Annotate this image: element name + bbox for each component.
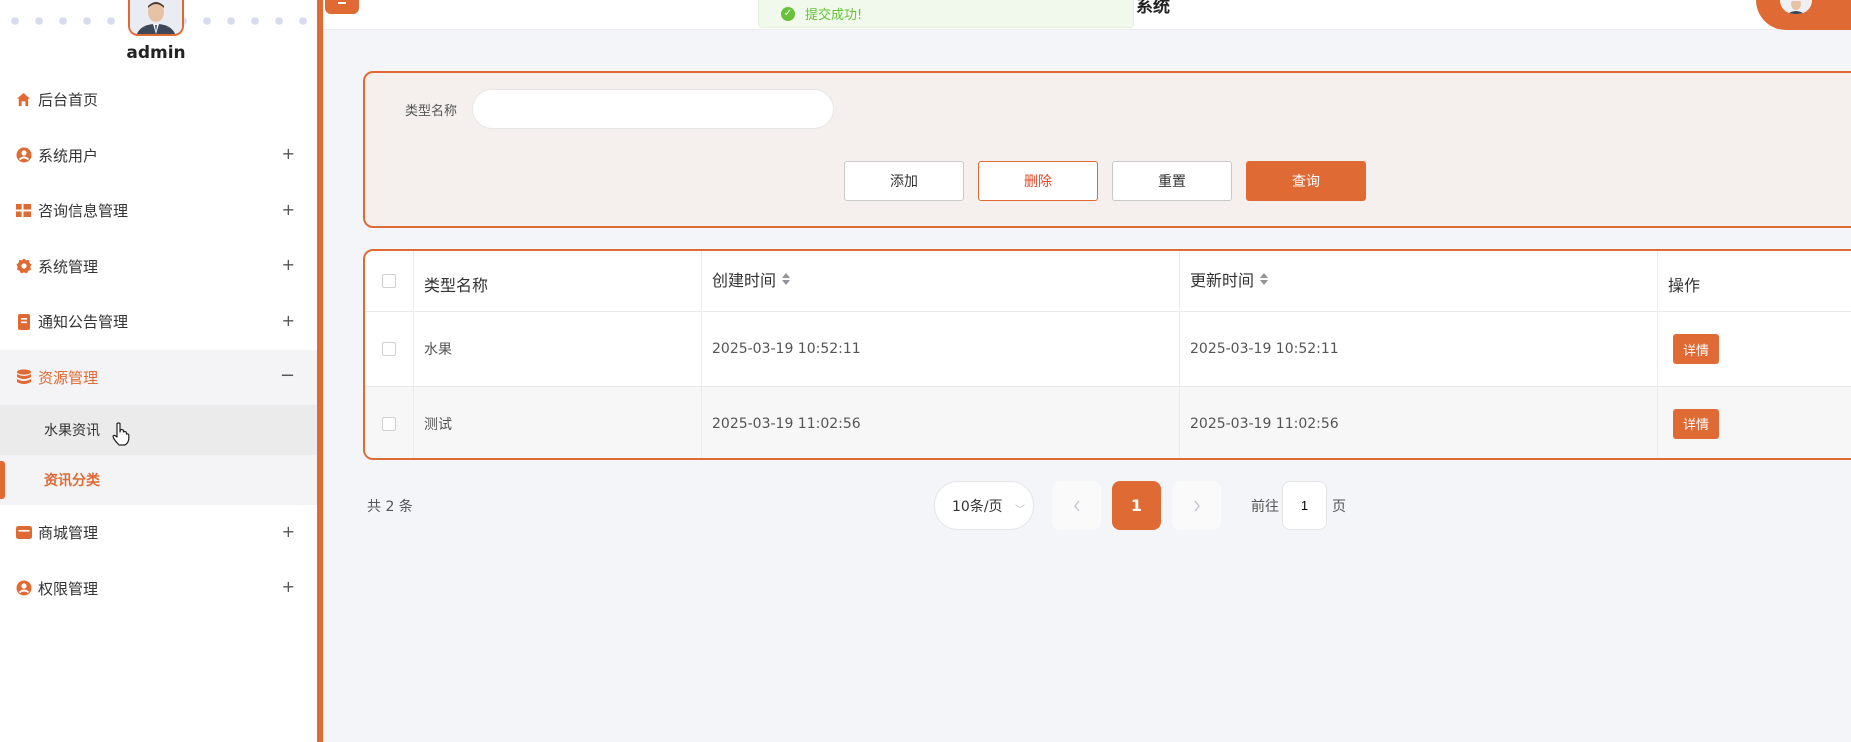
sidebar-subitem-label: 资讯分类 — [44, 473, 100, 489]
reset-button[interactable]: 重置 — [1112, 161, 1232, 201]
sidebar-item-label: 商城管理 — [38, 524, 99, 543]
table-row: 水果 2025-03-19 10:52:11 2025-03-19 10:52:… — [365, 311, 1851, 386]
shop-icon — [15, 524, 32, 541]
sort-icon[interactable] — [782, 272, 791, 285]
expand-icon[interactable]: + — [282, 144, 295, 163]
expand-icon[interactable]: + — [282, 311, 295, 330]
sidebar-subitem-label: 水果资讯 — [44, 423, 100, 439]
sidebar-item-resources[interactable]: 资源管理 − — [0, 349, 317, 405]
header-actions: 操作 — [1668, 275, 1701, 295]
detail-button[interactable]: 详情 — [1673, 334, 1719, 364]
cell-created-time: 2025-03-19 11:02:56 — [702, 387, 1180, 458]
sidebar-subitem-fruit-news[interactable]: 水果资讯 — [0, 405, 317, 455]
sidebar-item-home[interactable]: 后台首页 — [0, 72, 317, 128]
user-menu[interactable] — [1756, 0, 1851, 30]
sidebar-item-permissions[interactable]: 权限管理 + — [0, 561, 317, 617]
row-checkbox-cell — [365, 312, 414, 386]
sidebar-item-shop[interactable]: 商城管理 + — [0, 505, 317, 561]
detail-button[interactable]: 详情 — [1673, 408, 1719, 439]
gear-icon — [15, 258, 32, 275]
cell-created-time: 2025-03-19 10:52:11 — [702, 312, 1180, 386]
collapse-icon[interactable]: − — [280, 365, 295, 386]
user-circle-icon — [15, 147, 32, 164]
check-icon: ✓ — [781, 6, 795, 21]
total-count: 共 2 条 — [367, 499, 413, 515]
chevron-right-icon — [1193, 500, 1200, 511]
sidebar-item-notice[interactable]: 通知公告管理 + — [0, 294, 317, 350]
goto-label: 前往 — [1251, 499, 1279, 515]
header-type-name: 类型名称 — [414, 251, 702, 310]
cell-type-name: 水果 — [414, 312, 702, 386]
toast-message: 提交成功! — [805, 8, 863, 23]
grid-icon — [15, 202, 32, 219]
sort-icon[interactable] — [1260, 272, 1269, 285]
header-created-time[interactable]: 创建时间 — [702, 251, 1180, 310]
cell-actions: 详情 — [1658, 387, 1851, 458]
sidebar-item-system-admin[interactable]: 系统管理 + — [0, 239, 317, 295]
sidebar-border — [317, 0, 323, 742]
expand-icon[interactable]: + — [282, 522, 295, 541]
sidebar: admin 后台首页 系统用户 + 咨询信息管理 + 系统管理 + 通知公告管理… — [0, 0, 317, 742]
sidebar-item-consult-info[interactable]: 咨询信息管理 + — [0, 183, 317, 239]
cell-updated-time: 2025-03-19 10:52:11 — [1180, 312, 1658, 386]
header-label: 创建时间 — [712, 270, 777, 290]
data-table: 类型名称 创建时间 更新时间 操作 水果 2025-03-19 10:52:11… — [363, 249, 1851, 460]
user-circle-icon — [15, 580, 32, 597]
chevron-left-icon — [1073, 500, 1080, 511]
sidebar-item-system-users[interactable]: 系统用户 + — [0, 128, 317, 184]
sidebar-item-label: 咨询信息管理 — [38, 202, 129, 221]
sidebar-item-label: 通知公告管理 — [38, 313, 129, 332]
header-checkbox-cell — [365, 251, 414, 310]
sidebar-subitem-news-category[interactable]: 资讯分类 — [0, 455, 317, 505]
sidebar-item-label: 权限管理 — [38, 579, 99, 598]
sidebar-item-label: 系统管理 — [38, 257, 99, 276]
row-checkbox[interactable] — [382, 342, 396, 356]
username: admin — [126, 43, 186, 63]
delete-button[interactable]: 删除 — [978, 161, 1098, 201]
page-number-button[interactable]: 1 — [1112, 481, 1161, 530]
row-checkbox-cell — [365, 387, 414, 458]
table-row: 测试 2025-03-19 11:02:56 2025-03-19 11:02:… — [365, 386, 1851, 458]
type-name-label: 类型名称 — [405, 104, 458, 119]
goto-page-input[interactable] — [1282, 481, 1327, 530]
expand-icon[interactable]: + — [282, 255, 295, 274]
page-size-select[interactable]: 10条/页 ﹀ — [934, 481, 1034, 530]
chevron-down-icon: ﹀ — [1015, 505, 1025, 516]
sidebar-item-label: 系统用户 — [38, 146, 99, 165]
sidebar-item-label: 后台首页 — [38, 91, 99, 110]
add-button[interactable]: 添加 — [844, 161, 964, 201]
cell-actions: 详情 — [1658, 312, 1851, 386]
user-avatar — [1780, 0, 1812, 14]
header-updated-time[interactable]: 更新时间 — [1180, 251, 1658, 310]
row-checkbox[interactable] — [382, 416, 396, 431]
avatar-image — [130, 0, 182, 34]
hand-cursor-icon — [112, 422, 130, 446]
database-icon — [15, 369, 32, 386]
system-title: 系统 — [1136, 0, 1170, 17]
search-panel: 类型名称 添加 删除 重置 查询 — [363, 71, 1851, 228]
expand-icon[interactable]: + — [282, 200, 295, 219]
prev-page-button[interactable] — [1052, 481, 1101, 530]
query-button[interactable]: 查询 — [1246, 161, 1366, 201]
header-label: 更新时间 — [1190, 270, 1255, 290]
next-page-button[interactable] — [1172, 481, 1221, 530]
cell-type-name: 测试 — [414, 387, 702, 458]
page-size-value: 10条/页 — [952, 498, 1003, 515]
home-icon — [15, 91, 32, 108]
menu-toggle-button[interactable] — [325, 0, 359, 14]
table-header-row: 类型名称 创建时间 更新时间 操作 — [365, 251, 1851, 310]
success-toast: ✓ 提交成功! — [758, 0, 1134, 28]
goto-suffix: 页 — [1332, 499, 1346, 515]
sidebar-menu: 后台首页 系统用户 + 咨询信息管理 + 系统管理 + 通知公告管理 + 资源管… — [0, 72, 317, 616]
type-name-input[interactable] — [472, 89, 834, 129]
cell-updated-time: 2025-03-19 11:02:56 — [1180, 387, 1658, 458]
sidebar-item-label: 资源管理 — [38, 368, 99, 387]
expand-icon[interactable]: + — [282, 577, 295, 596]
document-icon — [15, 313, 32, 330]
select-all-checkbox[interactable] — [382, 273, 396, 288]
avatar[interactable] — [128, 0, 184, 36]
